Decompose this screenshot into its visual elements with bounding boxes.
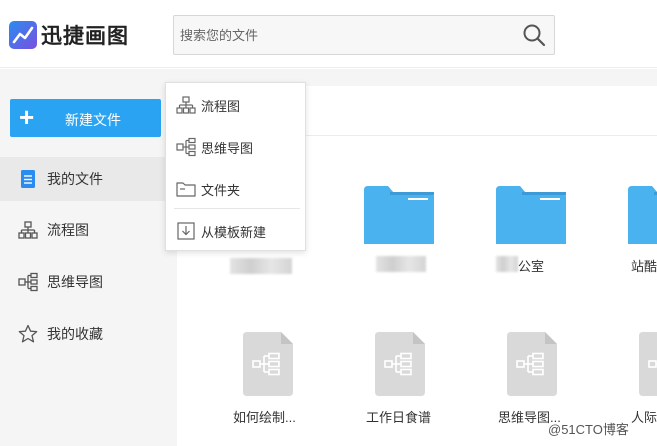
file-name: 工作日食谱	[366, 410, 432, 425]
mindmap-file-item[interactable]	[243, 332, 293, 396]
file-name: 人际	[631, 410, 657, 425]
sidebar-item-mindmap[interactable]: 思维导图	[0, 260, 177, 304]
file-name: 如何绘制...	[233, 410, 296, 425]
search-box	[173, 15, 555, 55]
top-bar: 迅捷画图	[0, 0, 657, 68]
folder-name-blurred	[376, 256, 426, 272]
app-name: 迅捷画图	[41, 25, 129, 48]
new-file-button[interactable]: + 新建文件	[10, 99, 161, 137]
sidebar-item-label: 我的收藏	[47, 326, 103, 342]
mindmap-icon	[176, 137, 196, 157]
new-file-label: 新建文件	[65, 112, 121, 128]
mindmap-file-item[interactable]	[639, 332, 657, 396]
folder-name-blurred	[496, 256, 518, 272]
dropdown-item-flowchart[interactable]: 流程图	[166, 85, 305, 125]
dropdown-item-mindmap[interactable]: 思维导图	[166, 127, 305, 167]
mindmap-file-icon	[507, 332, 557, 396]
mindmap-file-item[interactable]	[507, 332, 557, 396]
folder-item[interactable]	[364, 186, 434, 244]
folder-item[interactable]	[628, 186, 657, 244]
search-input[interactable]	[180, 16, 510, 54]
dropdown-divider	[174, 208, 300, 209]
search-icon[interactable]	[522, 23, 546, 47]
dropdown-item-label: 思维导图	[201, 140, 254, 156]
mindmap-file-item[interactable]	[375, 332, 425, 396]
sidebar-item-favorites[interactable]: 我的收藏	[0, 312, 177, 356]
sidebar-item-flowchart[interactable]: 流程图	[0, 208, 177, 252]
new-file-dropdown: 流程图 思维导图 文件夹 从模板新建	[165, 82, 306, 251]
mindmap-file-icon	[639, 332, 657, 396]
dropdown-item-label: 文件夹	[201, 182, 241, 198]
dropdown-item-label: 从模板新建	[201, 224, 267, 240]
dropdown-item-label: 流程图	[201, 98, 241, 114]
mindmap-file-icon	[243, 332, 293, 396]
watermark: @51CTO博客	[548, 422, 629, 437]
folder-name: 公室	[518, 259, 545, 274]
sidebar-item-label: 思维导图	[47, 274, 103, 290]
folder-item[interactable]	[496, 186, 566, 244]
app-logo[interactable]: 迅捷画图	[9, 20, 129, 50]
folder-name: 站酷	[631, 259, 657, 274]
dropdown-item-folder[interactable]: 文件夹	[166, 169, 305, 209]
dropdown-item-from-template[interactable]: 从模板新建	[166, 211, 305, 251]
star-icon	[17, 323, 39, 345]
mindmap-file-icon	[375, 332, 425, 396]
sidebar: + 新建文件 我的文件 流程图 思维导图 我的收藏	[0, 69, 177, 446]
folder-icon	[176, 179, 196, 199]
plus-icon: +	[19, 102, 35, 132]
sidebar-item-label: 我的文件	[47, 171, 103, 187]
sidebar-item-my-files[interactable]: 我的文件	[0, 157, 177, 201]
mindmap-icon	[17, 271, 39, 293]
flowchart-icon	[176, 95, 196, 115]
logo-icon	[9, 21, 37, 49]
sidebar-item-label: 流程图	[47, 222, 89, 238]
flowchart-icon	[17, 219, 39, 241]
template-icon	[176, 221, 196, 241]
file-icon	[17, 168, 39, 190]
folder-name-blurred	[230, 258, 292, 274]
